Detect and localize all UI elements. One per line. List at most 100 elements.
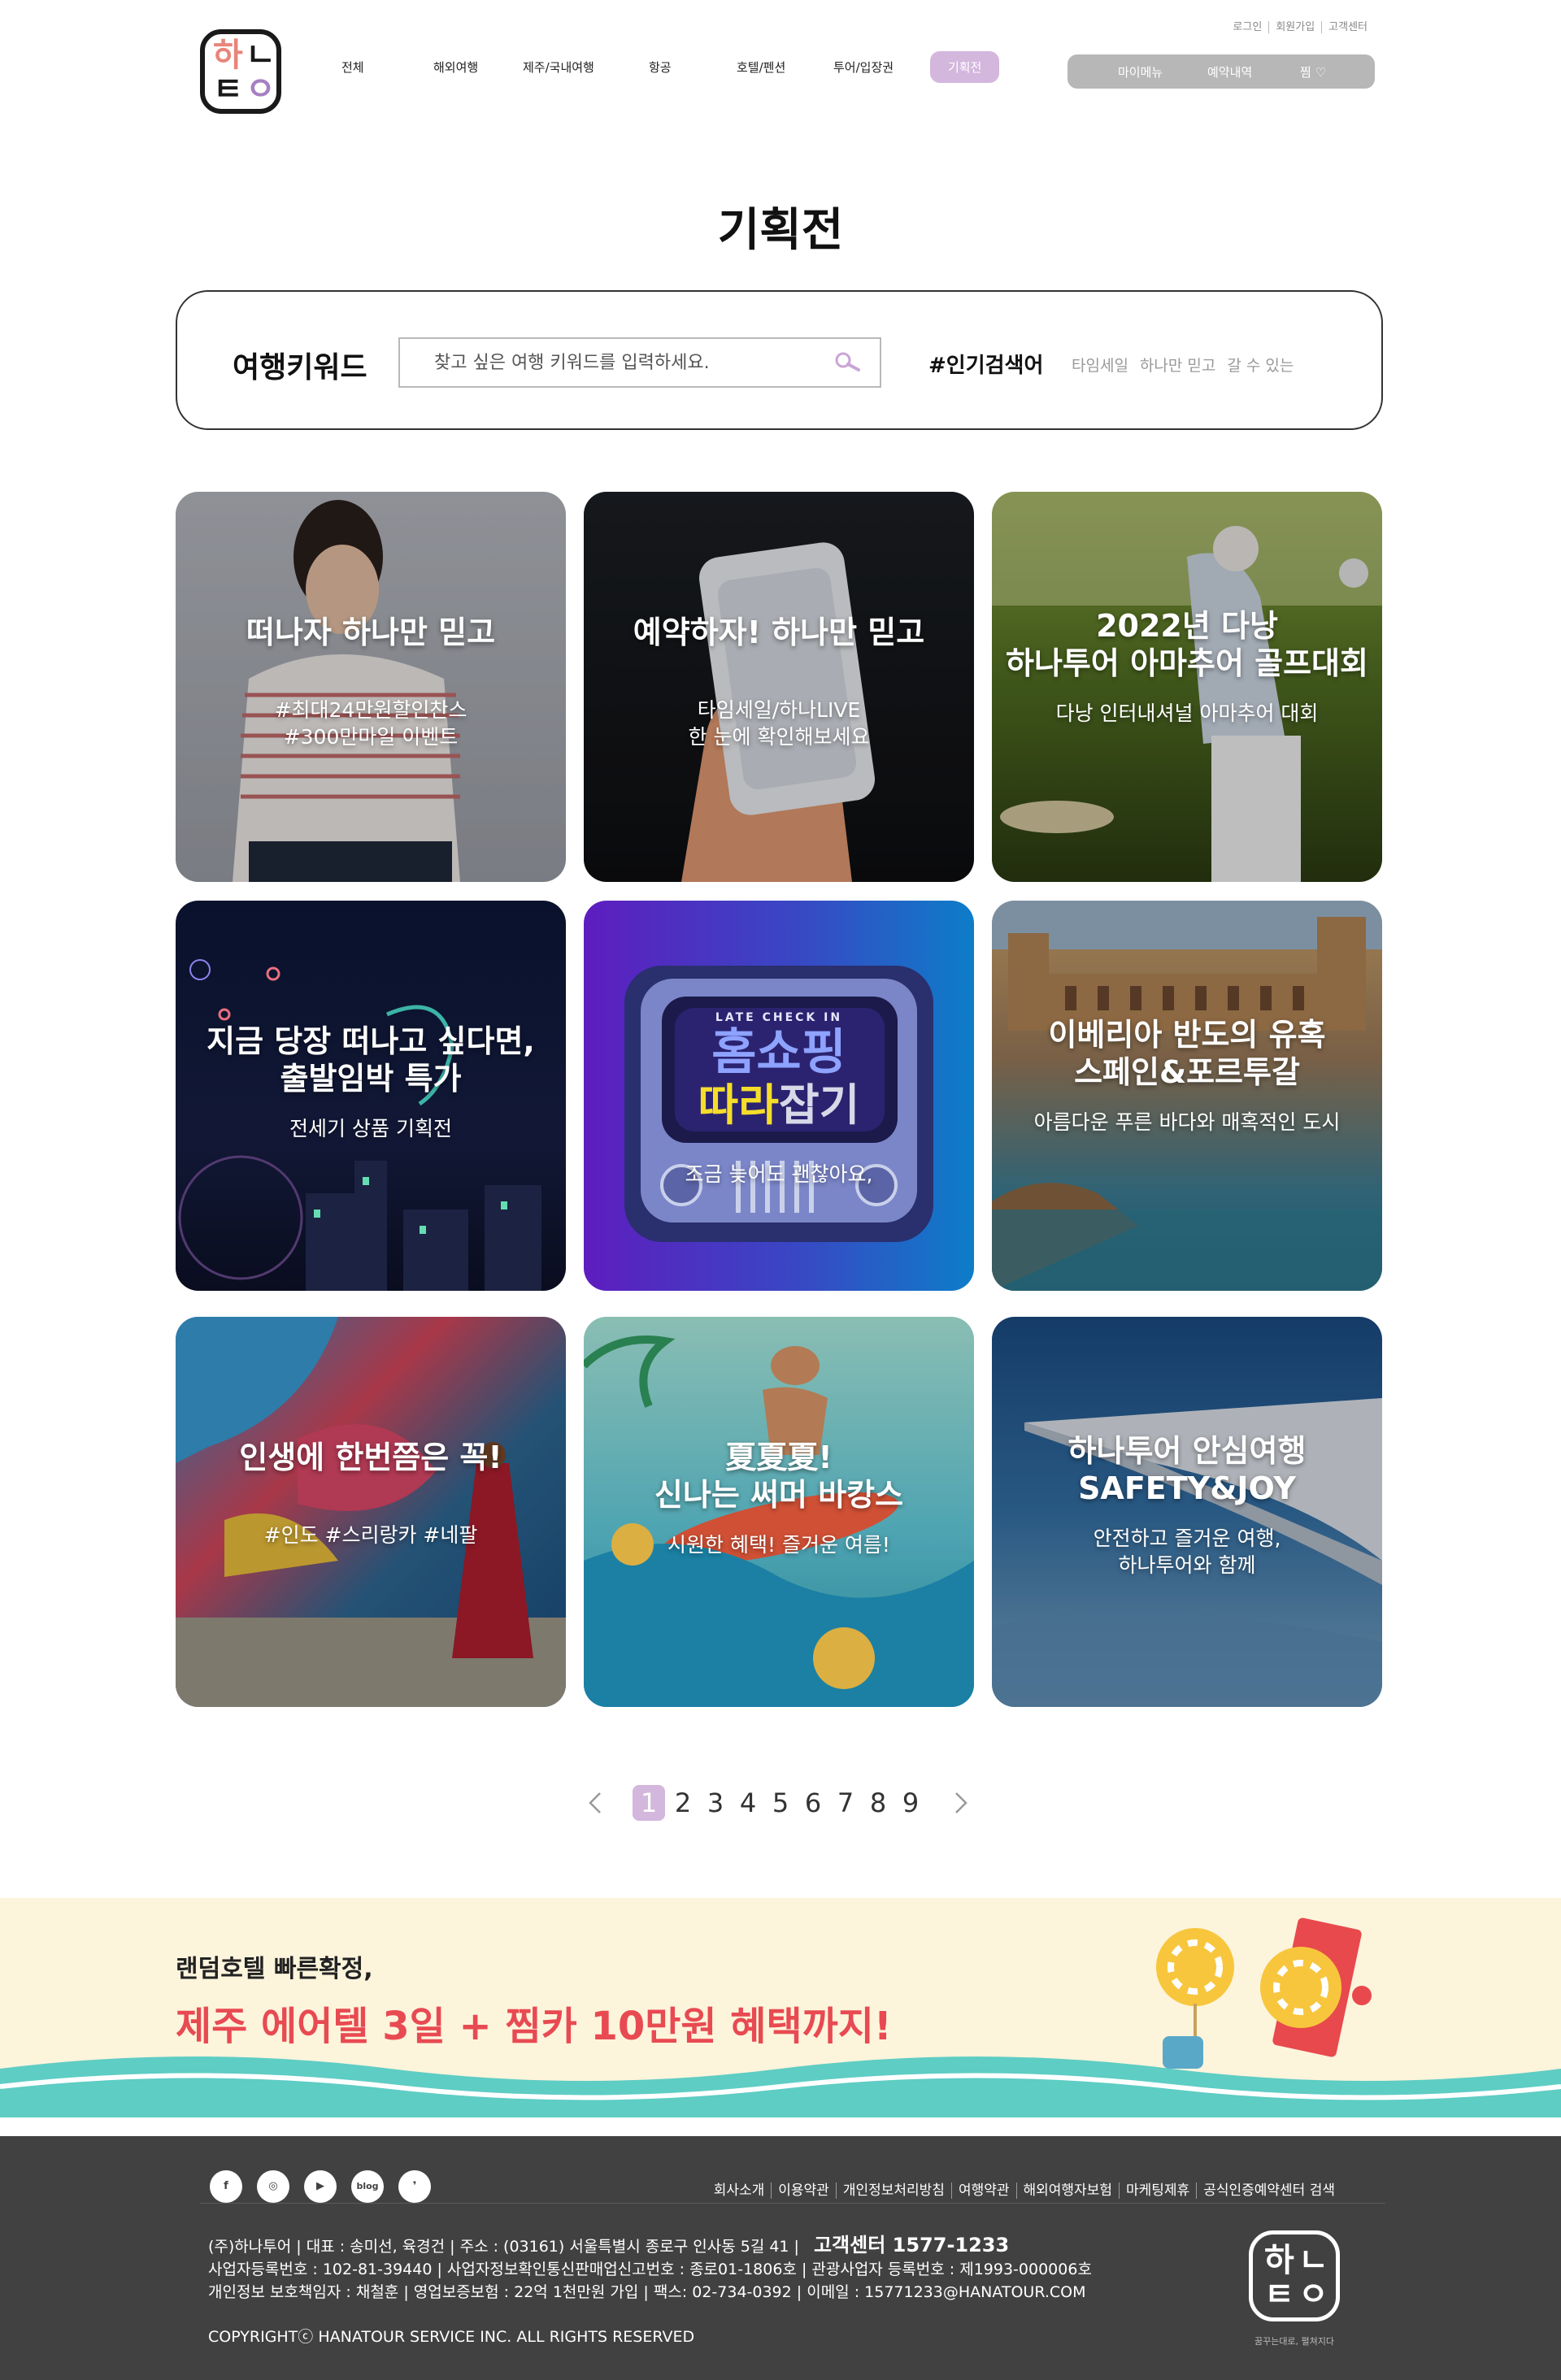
card-text: 夏夏夏! 신나는 써머 바캉스 시원한 혜택! 즐거운 여름!: [584, 1439, 974, 1558]
nav-item-domestic[interactable]: 제주/국내여행: [523, 59, 594, 76]
card-text: 조금 늦어도 괜찮아요,: [584, 1143, 974, 1188]
card-subtitle-line: 안전하고 즐거운 여행,: [1093, 1527, 1281, 1550]
card-subtitle-line: #300만마일 이벤트: [283, 725, 459, 749]
search-input[interactable]: [400, 339, 880, 386]
customer-center-link[interactable]: 고객센터: [1321, 21, 1374, 33]
card-subtitle-line: 하나투어와 함께: [1118, 1553, 1256, 1577]
blog-icon[interactable]: blog: [351, 2170, 384, 2203]
exhibition-card[interactable]: 예약하자! 하나만 믿고 타임세일/하나LIVE 한 눈에 확인해보세요: [584, 492, 974, 882]
keyword-search-panel: 여행키워드 #인기검색어 타임세일 하나만 믿고 갈 수 있는: [176, 290, 1383, 430]
company-info: (주)하나투어 | 대표 : 송미선, 육경건 | 주소 : (03161) 서…: [208, 2234, 1092, 2304]
nav-item-tour[interactable]: 투어/입장권: [833, 59, 894, 76]
card-title: 이베리아 반도의 유혹 스페인&포르투갈: [992, 1016, 1382, 1091]
footer-links: 회사소개 이용약관 개인정보처리방침 여행약관 해외여행자보험 마케팅제휴 공식인증예약센터…: [707, 2178, 1341, 2199]
search-icon[interactable]: [833, 350, 865, 375]
exhibition-card[interactable]: 이베리아 반도의 유혹 스페인&포르투갈 아름다운 푸른 바다와 매혹적인 도시: [992, 901, 1382, 1291]
card-text: 지금 당장 떠나고 싶다면, 출발임박 특가 전세기 상품 기획전: [176, 1023, 566, 1142]
tv-screen-bottom-right: 잡기: [779, 1079, 860, 1131]
exhibition-card[interactable]: 2022년 다낭 하나투어 아마추어 골프대회 다낭 인터내셔널 아마추어 대회: [992, 492, 1382, 882]
card-title: 예약하자! 하나만 믿고: [633, 615, 925, 650]
exhibition-grid: 떠나자 하나만 믿고 #최대24만원할인찬스 #300만마일 이벤트 예약하자!…: [176, 492, 1383, 1707]
footer-link[interactable]: 해외여행자보험: [1015, 2182, 1119, 2199]
popular-keyword[interactable]: 타임세일: [1072, 357, 1128, 375]
card-subtitle: 전세기 상품 기획전: [289, 1117, 452, 1140]
logo-glyph: ㄴ: [1298, 2242, 1328, 2279]
page-6[interactable]: 6: [797, 1785, 829, 1821]
exhibition-card[interactable]: 인생에 한번쯤은 꼭! #인도 #스리랑카 #네팔: [176, 1317, 566, 1707]
prev-page-icon[interactable]: [584, 1790, 608, 1816]
page-2[interactable]: 2: [667, 1785, 699, 1821]
popular-keywords: 타임세일 하나만 믿고 갈 수 있는: [1072, 354, 1305, 376]
footer-link[interactable]: 마케팅제휴: [1118, 2182, 1197, 2199]
youtube-icon[interactable]: ▶: [304, 2170, 337, 2203]
footer: f ◎ ▶ blog ❜ 회사소개 이용약관 개인정보처리방침 여행약관 해외여행자보험…: [0, 2136, 1561, 2380]
tv-screen-main: 홈쇼핑: [711, 1024, 846, 1081]
card-text: 이베리아 반도의 유혹 스페인&포르투갈 아름다운 푸른 바다와 매혹적인 도시: [992, 1016, 1382, 1136]
footer-divider: [200, 2203, 1385, 2204]
page-8[interactable]: 8: [862, 1785, 894, 1821]
page-4[interactable]: 4: [732, 1785, 764, 1821]
nav-item-all[interactable]: 전체: [341, 59, 364, 76]
card-title-line: 하나투어 아마추어 골프대회: [1006, 645, 1368, 681]
page-1[interactable]: 1: [633, 1785, 665, 1821]
card-title: 떠나자 하나만 믿고: [246, 615, 496, 650]
card-subtitle: #인도 #스리랑카 #네팔: [263, 1523, 478, 1547]
card-subtitle-line: #최대24만원할인찬스: [274, 698, 467, 722]
popular-keyword[interactable]: 갈 수 있는: [1227, 357, 1294, 375]
logo-glyph: 하: [1264, 2242, 1294, 2279]
util-links: 로그인 회원가입 고객센터: [1226, 18, 1374, 33]
card-subtitle: #최대24만원할인찬스 #300만마일 이벤트: [176, 697, 566, 750]
page-5[interactable]: 5: [764, 1785, 797, 1821]
card-text: 인생에 한번쯤은 꼭! #인도 #스리랑카 #네팔: [176, 1439, 566, 1548]
card-title: 夏夏夏! 신나는 써머 바캉스: [584, 1439, 974, 1514]
exhibition-card[interactable]: 하나투어 안심여행 SAFETY&JOY 안전하고 즐거운 여행, 하나투어와 …: [992, 1317, 1382, 1707]
nav-item-exhibition[interactable]: 기획전: [930, 51, 1000, 83]
card-subtitle: 타임세일/하나LIVE 한 눈에 확인해보세요: [584, 697, 974, 750]
login-link[interactable]: 로그인: [1226, 21, 1268, 33]
footer-link[interactable]: 이용약관: [771, 2182, 836, 2199]
card-subtitle-line: 한 눈에 확인해보세요: [688, 725, 870, 749]
card-title-line: 출발임박 특가: [280, 1061, 462, 1097]
footer-link[interactable]: 여행약관: [950, 2182, 1016, 2199]
company-address: (주)하나투어 | 대표 : 송미선, 육경건 | 주소 : (03161) 서…: [208, 2238, 799, 2256]
exhibition-card[interactable]: 지금 당장 떠나고 싶다면, 출발임박 특가 전세기 상품 기획전: [176, 901, 566, 1291]
promo-banner[interactable]: 랜덤호텔 빠른확정, 제주 에어텔 3일 + 찜카 10만원 혜택까지!: [0, 1898, 1561, 2117]
logo-glyph: ㅌ: [1264, 2276, 1294, 2313]
copyright: COPYRIGHTⓒ HANATOUR SERVICE INC. ALL RIG…: [208, 2328, 695, 2346]
card-text: 2022년 다낭 하나투어 아마추어 골프대회 다낭 인터내셔널 아마추어 대회: [992, 607, 1382, 727]
page-9[interactable]: 9: [894, 1785, 927, 1821]
kakao-story-icon[interactable]: ❜: [398, 2170, 431, 2203]
exhibition-card[interactable]: 夏夏夏! 신나는 써머 바캉스 시원한 혜택! 즐거운 여름!: [584, 1317, 974, 1707]
page-title: 기획전: [717, 204, 844, 257]
card-title-line: 스페인&포르투갈: [1074, 1054, 1300, 1090]
nav-item-hotel[interactable]: 호텔/펜션: [737, 59, 785, 76]
tv-screen-text: LATE CHECK IN 홈쇼핑 따라잡기: [584, 1011, 974, 1130]
company-info-line: (주)하나투어 | 대표 : 송미선, 육경건 | 주소 : (03161) 서…: [208, 2234, 1092, 2258]
card-title: 2022년 다낭 하나투어 아마추어 골프대회: [992, 607, 1382, 682]
instagram-icon[interactable]: ◎: [257, 2170, 289, 2203]
card-title: 인생에 한번쯤은 꼭!: [239, 1440, 502, 1475]
card-title: 지금 당장 떠나고 싶다면, 출발임박 특가: [176, 1023, 566, 1097]
page-3[interactable]: 3: [699, 1785, 732, 1821]
next-page-icon[interactable]: [948, 1790, 972, 1816]
exhibition-card[interactable]: LATE CHECK IN 홈쇼핑 따라잡기 조금 늦어도 괜찮아요,: [584, 901, 974, 1291]
signup-link[interactable]: 회원가입: [1268, 21, 1322, 33]
card-title: 하나투어 안심여행 SAFETY&JOY: [992, 1432, 1382, 1507]
card-subtitle: 안전하고 즐거운 여행, 하나투어와 함께: [992, 1525, 1382, 1579]
card-text: 떠나자 하나만 믿고 #최대24만원할인찬스 #300만마일 이벤트: [176, 614, 566, 750]
wishlist-button[interactable]: 찜 ♡: [1300, 63, 1326, 80]
exhibition-card[interactable]: 떠나자 하나만 믿고 #최대24만원할인찬스 #300만마일 이벤트: [176, 492, 566, 882]
cs-center-phone: 고객센터 1577-1233: [813, 2234, 1010, 2256]
page-7[interactable]: 7: [829, 1785, 862, 1821]
footer-link[interactable]: 개인정보처리방침: [835, 2182, 951, 2199]
card-subtitle-line: 타임세일/하나LIVE: [697, 698, 861, 722]
footer-link[interactable]: 회사소개: [707, 2182, 772, 2199]
nav-item-overseas[interactable]: 해외여행: [433, 59, 478, 76]
reservations-button[interactable]: 예약내역: [1207, 63, 1252, 80]
popular-keyword[interactable]: 하나만 믿고: [1140, 357, 1215, 375]
tv-screen-bottom-left: 따라: [698, 1079, 779, 1131]
facebook-icon[interactable]: f: [210, 2170, 242, 2203]
footer-link[interactable]: 공식인증예약센터 검색: [1196, 2182, 1341, 2199]
nav-item-air[interactable]: 항공: [649, 59, 672, 76]
my-menu-button[interactable]: 마이메뉴: [1118, 63, 1163, 80]
